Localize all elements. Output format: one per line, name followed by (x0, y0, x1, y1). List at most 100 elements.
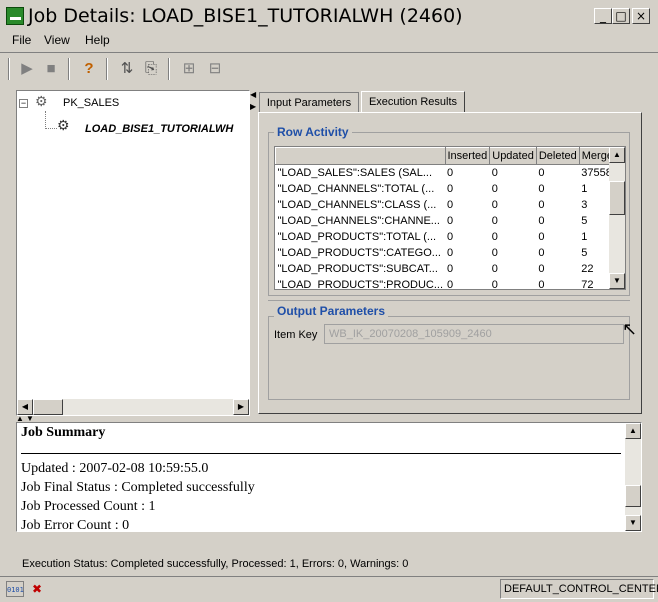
mouse-cursor-icon: ↖ (622, 319, 638, 339)
summary-line-status: Job Final Status : Completed successfull… (21, 480, 255, 495)
table-cell: "LOAD_CHANNELS":TOTAL (... (277, 183, 435, 195)
table-cell: 0 (538, 183, 545, 195)
table-cell: 0 (447, 215, 454, 227)
table-cell: 0 (538, 167, 545, 179)
table-cell: "LOAD_PRODUCTS":SUBCAT... (277, 263, 438, 275)
minimize-button[interactable]: _ (594, 8, 612, 24)
tab-execution-results[interactable]: Execution Results (361, 91, 465, 113)
tree-item-child[interactable]: LOAD_BISE1_TUTORIALWH (85, 123, 233, 135)
row-activity-table-frame: Inserted Updated Deleted Merged "LOAD_SA… (274, 146, 626, 290)
table-cell: "LOAD_PRODUCTS":TOTAL (... (277, 231, 437, 243)
toolbar-grip (8, 58, 10, 80)
column-header-deleted[interactable]: Deleted (535, 147, 580, 165)
row-activity-table: Inserted Updated Deleted Merged "LOAD_SA… (275, 147, 623, 290)
schedule-icon[interactable]: ⇅ (116, 58, 138, 80)
control-center-label: DEFAULT_CONTROL_CENTER (500, 579, 658, 599)
item-key-field[interactable]: WB_IK_20070208_105909_2460 (324, 324, 624, 344)
scroll-right-button[interactable]: ▶ (233, 399, 249, 415)
scroll-left-button[interactable]: ◀ (17, 399, 33, 415)
table-cell: "LOAD_CHANNELS":CLASS (... (277, 199, 437, 211)
table-cell: 0 (538, 231, 545, 243)
row-activity-title: Row Activity (274, 125, 352, 139)
refresh-icon[interactable]: ⎘ (140, 58, 162, 80)
group-divider (268, 300, 630, 301)
scroll-down-button[interactable]: ▼ (609, 273, 625, 289)
table-cell: 0 (538, 247, 545, 259)
summary-rule (21, 453, 621, 454)
output-parameters-title: Output Parameters (274, 304, 389, 318)
splitter-right-arrow[interactable]: ▶ (250, 102, 256, 111)
table-cell: 0 (538, 199, 545, 211)
table-cell: 0 (447, 183, 454, 195)
column-header-inserted[interactable]: Inserted (444, 147, 491, 165)
expand-all-icon[interactable]: ⊞ (178, 58, 200, 80)
help-icon[interactable]: ? (78, 58, 100, 80)
summary-line-errors: Job Error Count : 0 (21, 518, 130, 532)
table-vscroll[interactable]: ▲ ▼ (609, 147, 625, 289)
collapse-all-icon[interactable]: ⊟ (204, 58, 226, 80)
menu-view[interactable]: View (44, 33, 70, 47)
stop-icon[interactable]: ■ (40, 58, 62, 80)
window-title: Job Details: LOAD_BISE1_TUTORIALWH (2460… (28, 5, 463, 27)
toolbar-separator (168, 58, 170, 80)
table-cell: "LOAD_SALES":SALES (SAL... (277, 167, 433, 179)
table-cell: 0 (491, 247, 498, 259)
table-row[interactable]: "LOAD_CHANNELS":CHANNE... 0 0 0 5 (276, 213, 622, 229)
close-button[interactable]: × (632, 8, 650, 24)
table-row[interactable]: "LOAD_SALES":SALES (SAL... 0 0 0 375585 (276, 165, 622, 182)
scroll-thumb[interactable] (609, 181, 625, 215)
table-cell: 0 (447, 167, 454, 179)
mapping-icon: ⚙ (57, 117, 70, 133)
execution-status-text: Execution Status: Completed successfully… (22, 558, 409, 570)
table-cell: "LOAD_PRODUCTS":PRODUC... (277, 279, 444, 290)
toolbar-separator (68, 58, 70, 80)
table-cell: 0 (538, 215, 545, 227)
splitter-left-arrow[interactable]: ◀ (250, 90, 256, 99)
table-row[interactable]: "LOAD_PRODUCTS":TOTAL (... 0 0 0 1 (276, 229, 622, 245)
scroll-up-button[interactable]: ▲ (609, 147, 625, 163)
summary-vscroll[interactable]: ▲ ▼ (625, 423, 641, 531)
table-cell: 0 (491, 279, 498, 290)
table-row[interactable]: "LOAD_PRODUCTS":CATEGO... 0 0 0 5 (276, 245, 622, 261)
table-cell: 0 (447, 279, 454, 290)
maximize-button[interactable]: □ (612, 8, 630, 24)
table-row[interactable]: "LOAD_PRODUCTS":PRODUC... 0 0 0 72 (276, 277, 622, 290)
table-cell: 0 (447, 231, 454, 243)
status-bar: 0101 ✖ DEFAULT_CONTROL_CENTER (0, 576, 658, 602)
menu-help[interactable]: Help (85, 33, 110, 47)
scroll-down-button[interactable]: ▼ (625, 515, 641, 531)
toolbar-separator (106, 58, 108, 80)
table-row[interactable]: "LOAD_CHANNELS":CLASS (... 0 0 0 3 (276, 197, 622, 213)
job-summary-panel: Job Summary Updated : 2007-02-08 10:59:5… (16, 422, 642, 532)
table-cell: 0 (447, 247, 454, 259)
tree-panel: − ⚙ PK_SALES ⚙ LOAD_BISE1_TUTORIALWH ◀ ▶ (16, 90, 250, 416)
scroll-up-button[interactable]: ▲ (625, 423, 641, 439)
binary-log-icon[interactable]: 0101 (6, 581, 24, 597)
tree-item-root[interactable]: PK_SALES (63, 97, 119, 109)
menu-divider (0, 52, 658, 53)
summary-line-updated: Updated : 2007-02-08 10:59:55.0 (21, 461, 209, 476)
title-bar: Job Details: LOAD_BISE1_TUTORIALWH (2460… (0, 0, 658, 32)
scroll-thumb[interactable] (625, 485, 641, 507)
column-header-updated[interactable]: Updated (489, 147, 537, 165)
table-cell: 0 (491, 263, 498, 275)
package-icon: ⚙ (35, 93, 48, 109)
play-icon[interactable]: ▶ (16, 58, 38, 80)
table-cell: "LOAD_CHANNELS":CHANNE... (277, 215, 440, 227)
table-cell: 0 (491, 215, 498, 227)
table-cell: "LOAD_PRODUCTS":CATEGO... (277, 247, 441, 259)
tree-expander[interactable]: − (19, 99, 28, 108)
table-cell: 0 (491, 231, 498, 243)
table-row[interactable]: "LOAD_CHANNELS":TOTAL (... 0 0 0 1 (276, 181, 622, 197)
scroll-thumb[interactable] (33, 399, 63, 415)
table-header-row: Inserted Updated Deleted Merged (275, 147, 623, 165)
tab-input-parameters[interactable]: Input Parameters (259, 92, 359, 112)
column-header[interactable] (275, 147, 446, 165)
table-row[interactable]: "LOAD_PRODUCTS":SUBCAT... 0 0 0 22 (276, 261, 622, 277)
app-icon (6, 7, 24, 25)
tree-hscroll[interactable]: ◀ ▶ (17, 399, 249, 415)
menu-file[interactable]: File (12, 33, 31, 47)
table-cell: 0 (447, 263, 454, 275)
error-log-icon[interactable]: ✖ (28, 581, 46, 597)
tree-line (45, 111, 46, 129)
